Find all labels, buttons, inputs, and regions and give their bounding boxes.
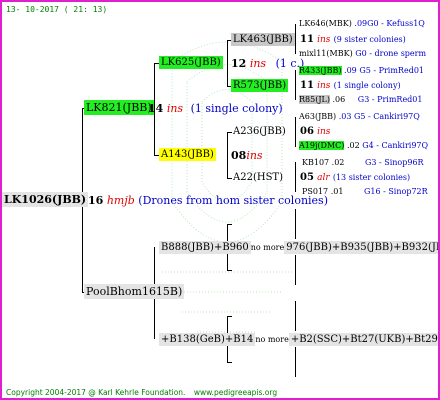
gen2-a143-info: 08ins <box>231 149 263 162</box>
gen3-a236-node[interactable]: A236(JBB) <box>231 126 288 137</box>
gen1-father-node[interactable]: PoolBhom1615B) <box>84 284 185 299</box>
gen2-b888-node[interactable]: B888(JBB)+B960 no more 976(JBB)+B935(JBB)+… <box>159 241 438 254</box>
connector <box>227 224 232 225</box>
gen3-bracket <box>227 40 228 86</box>
connector <box>227 316 232 317</box>
gen3-r573-node[interactable]: R573(JBB) <box>231 79 289 92</box>
gen4-bracket <box>295 70 296 100</box>
gen3-a22-info: 05 alr (13 sister colonies) <box>300 172 411 183</box>
gen4-a63[interactable]: A63(JBB) .03 G5 - Cankiri97Q <box>299 112 420 121</box>
gen1-mother-info: 14 ins (1 single colony) <box>148 102 283 115</box>
gen2-lk625-node[interactable]: LK625(JBB) <box>159 56 223 69</box>
root-info: 16 hmjb (Drones from hom sister colonies… <box>88 194 328 207</box>
footer-text: Copyright 2004-2017 @ Karl Kehrle Founda… <box>6 388 278 397</box>
connector <box>227 270 232 271</box>
gen4-lk646[interactable]: LK646(MBK) .09G0 - Kefuss1Q <box>299 19 425 28</box>
gen4-kb107[interactable]: KB107 .02 G3 - Sinop96R <box>302 158 424 167</box>
root-node[interactable]: LK1026(JBB) <box>2 192 89 207</box>
gen2-a143-node[interactable]: A143(JBB) <box>159 148 216 161</box>
gen4-r85[interactable]: R85(JL) .06 G3 - PrimRed01 <box>299 95 422 104</box>
pedigree-frame: 13- 10-2017 ( 21: 13) LK1026(JBB) 16 hmj… <box>0 0 440 400</box>
gen4-r433[interactable]: R433(JBB) .09 G5 - PrimRed01 <box>299 66 424 75</box>
empty-bracket <box>295 255 296 285</box>
gen4-mixl[interactable]: mixl11(MBK) G0 - drone sperm <box>299 49 426 58</box>
gen4-bracket <box>295 117 296 147</box>
gen3-a22-node[interactable]: A22(HST) <box>231 172 285 183</box>
footer-link[interactable]: www.pedigreeapis.org <box>194 388 277 397</box>
gen3-lk463-info: 11 ins (9 sister colonies) <box>300 34 406 45</box>
empty-bracket <box>295 209 296 239</box>
gen4-bracket <box>295 24 296 54</box>
gen2-b138-node[interactable]: +B138(GeB)+B14 no more +B2(SSC)+Bt27(UKB)+… <box>159 333 438 346</box>
empty-bracket <box>295 301 296 331</box>
gen3-a236-info: 06 ins <box>300 126 331 137</box>
gen1-mother-node[interactable]: LK821(JBB) <box>84 100 154 115</box>
gen3-lk463-node[interactable]: LK463(JBB) <box>231 33 295 46</box>
date-stamp: 13- 10-2017 ( 21: 13) <box>6 5 108 14</box>
gen4-bracket <box>295 162 296 192</box>
gen4-a19[interactable]: A19j(DMC) .02 G4 - Cankiri97Q <box>299 141 428 150</box>
connector <box>227 362 232 363</box>
root-name: LK1026(JBB) <box>2 192 89 207</box>
gen2-lk625-info: 12 ins (1 c.) <box>231 57 305 70</box>
gen3-bracket <box>227 132 228 178</box>
gen3-r573-info: 11 ins (1 single colony) <box>300 80 401 91</box>
empty-bracket <box>295 347 296 377</box>
gen4-ps017[interactable]: PS017 .01 G16 - Sinop72R <box>302 187 428 196</box>
